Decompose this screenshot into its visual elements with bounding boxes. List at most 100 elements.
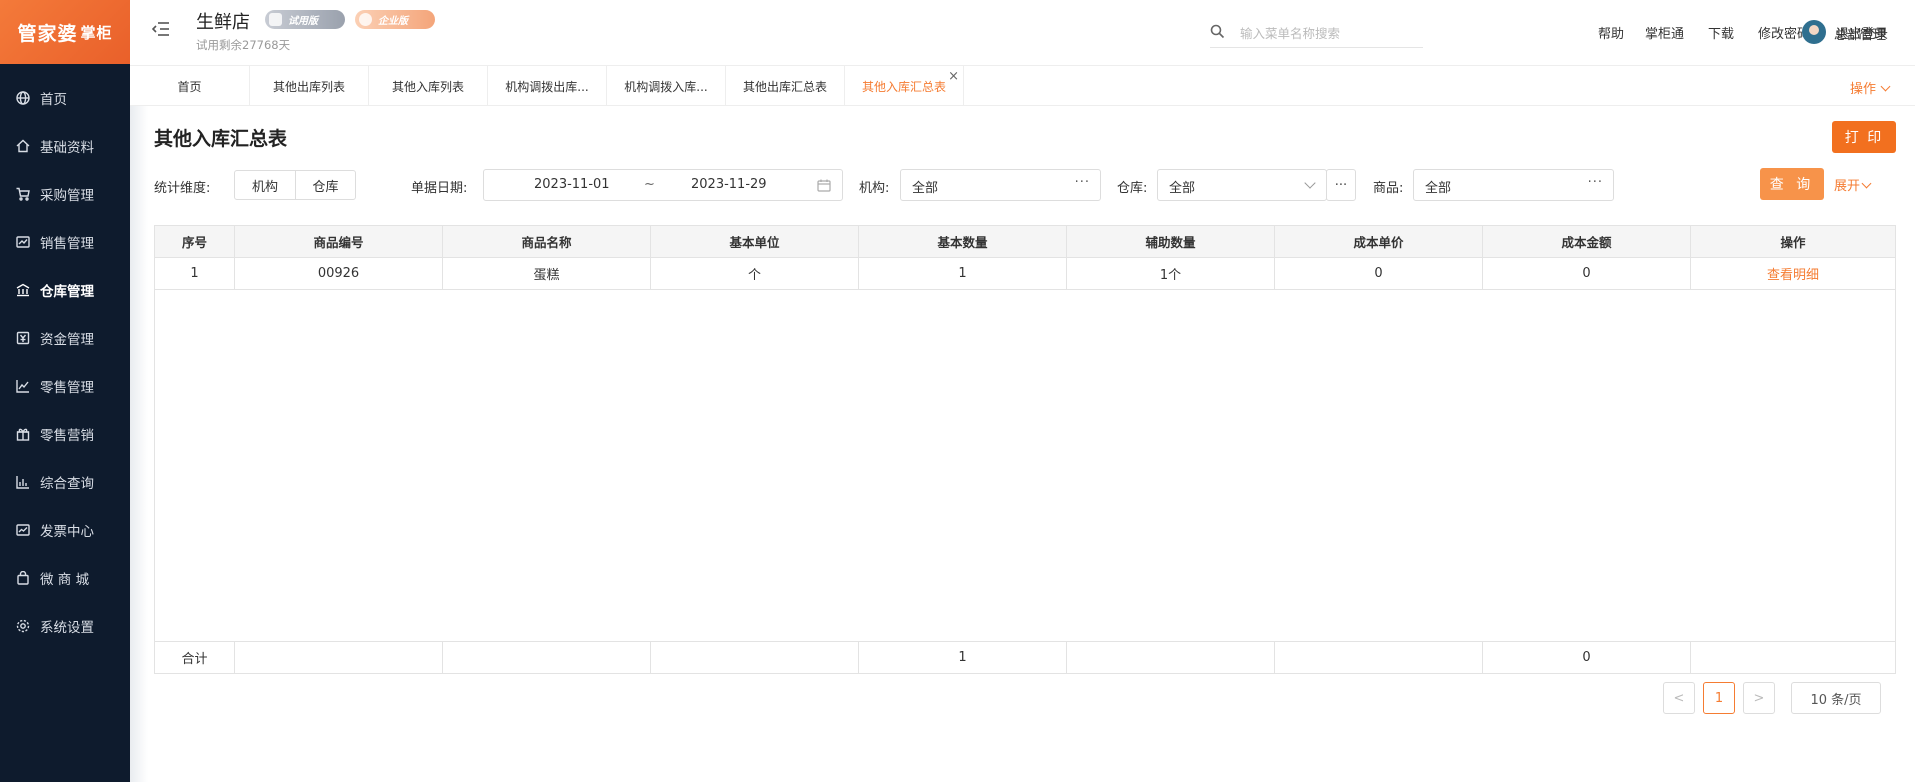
warehouse-value: 全部: [1169, 181, 1196, 196]
chevron-down-icon: [1861, 178, 1872, 189]
column-header: 商品名称: [443, 226, 651, 257]
tab-transfer-outbound[interactable]: 机构调拨出库...: [488, 66, 607, 106]
sidebar-item-9[interactable]: 发票中心: [0, 506, 130, 554]
chevron-down-icon: [1880, 81, 1891, 92]
sidebar-item-3[interactable]: 销售管理: [0, 218, 130, 266]
close-icon[interactable]: ×: [948, 69, 959, 84]
sidebar-item-label: 综合查询: [40, 476, 94, 492]
table-cell: 蛋糕: [443, 258, 651, 289]
column-header: 操作: [1780, 235, 1806, 250]
trial-version-badge: 试用版: [265, 10, 345, 29]
download-link[interactable]: 下载: [1708, 23, 1734, 42]
column-header: 序号: [155, 226, 235, 257]
tab-other-outbound-list[interactable]: 其他出库列表: [250, 66, 369, 106]
warehouse-select[interactable]: 全部: [1157, 169, 1327, 201]
chevron-down-icon: [1304, 177, 1316, 189]
sidebar-item-label: 仓库管理: [40, 284, 94, 300]
enterprise-version-badge[interactable]: 企业版: [355, 10, 435, 29]
sidebar-item-2[interactable]: 采购管理: [0, 170, 130, 218]
summary-table: 序号 商品编号 商品名称 基本单位 基本数量 辅助数量 成本单价 成本金额 操作…: [154, 225, 1896, 674]
sidebar-item-label: 基础资料: [40, 140, 94, 156]
monitor-icon: [269, 13, 282, 26]
column-header: 成本金额: [1483, 226, 1691, 257]
menu-toggle-icon[interactable]: [151, 20, 170, 38]
sidebar-menu: 首页基础资料采购管理销售管理仓库管理资金管理零售管理零售营销综合查询发票中心微 …: [0, 74, 130, 650]
query-button[interactable]: 查 询: [1760, 168, 1824, 200]
next-page-button[interactable]: >: [1743, 682, 1775, 714]
org-value: 全部: [912, 181, 939, 196]
sidebar-item-label: 资金管理: [40, 332, 94, 348]
fund-icon: [16, 331, 30, 345]
dimension-label: 统计维度:: [154, 181, 211, 196]
sidebar-item-label: 采购管理: [40, 188, 94, 204]
sidebar-item-label: 销售管理: [40, 236, 94, 252]
username[interactable]: 总部管理: [1834, 24, 1886, 43]
tab-label: 机构调拨出库...: [505, 79, 589, 94]
sidebar-item-6[interactable]: 零售管理: [0, 362, 130, 410]
sidebar-item-8[interactable]: 综合查询: [0, 458, 130, 506]
operations-label: 操作: [1849, 82, 1876, 97]
date-start[interactable]: 2023-11-01: [534, 177, 610, 192]
zhangguitong-link[interactable]: 掌柜通: [1645, 23, 1684, 42]
tab-home[interactable]: 首页: [130, 66, 250, 106]
sidebar-item-0[interactable]: 首页: [0, 74, 130, 122]
page-title: 其他入库汇总表: [154, 128, 288, 150]
column-header: 辅助数量: [1067, 226, 1275, 257]
more-icon[interactable]: ···: [1588, 175, 1603, 190]
sidebar: 管家婆 掌柜 首页 基础资料 采购管理 销售管理 仓库管理 资金管理 零售管理 零售营销 综合查询…: [0, 0, 130, 782]
trial-badge-label: 试用版: [288, 16, 318, 27]
sidebar-item-4[interactable]: 仓库管理: [0, 266, 130, 314]
org-select[interactable]: 全部 ···: [900, 169, 1101, 201]
tab-operations-dropdown[interactable]: 操作: [1849, 78, 1891, 97]
tab-other-inbound-summary[interactable]: 其他入库汇总表 ×: [845, 66, 964, 106]
view-detail-link[interactable]: 查看明细: [1767, 264, 1819, 283]
tab-other-inbound-list[interactable]: 其他入库列表: [369, 66, 488, 106]
date-end[interactable]: 2023-11-29: [691, 177, 767, 192]
table-footer-total: 合计 1 0: [155, 641, 1895, 673]
expand-filters-toggle[interactable]: 展开: [1834, 175, 1872, 194]
tab-other-outbound-summary[interactable]: 其他出库汇总表: [726, 66, 845, 106]
avatar[interactable]: [1802, 20, 1826, 44]
warehouse-label: 仓库:: [1117, 181, 1148, 196]
more-icon[interactable]: ···: [1075, 175, 1090, 190]
prev-page-button[interactable]: <: [1663, 682, 1695, 714]
page-number-current[interactable]: 1: [1703, 682, 1735, 714]
calendar-icon[interactable]: [817, 179, 831, 192]
table-cell: 查看明细: [1691, 258, 1895, 289]
sidebar-item-10[interactable]: 微 商 城: [0, 554, 130, 602]
table-row[interactable]: 1 00926 蛋糕 个 1 1个 0 0 查看明细: [155, 258, 1895, 290]
column-header: 基本单位: [651, 226, 859, 257]
invoice-icon: [16, 523, 30, 537]
warehouse-more-button[interactable]: ···: [1326, 169, 1356, 201]
sidebar-item-label: 系统设置: [40, 620, 94, 636]
sidebar-item-label: 零售管理: [40, 380, 94, 396]
logo-text: 管家婆: [17, 22, 78, 45]
sidebar-item-5[interactable]: 资金管理: [0, 314, 130, 362]
sidebar-item-11[interactable]: 系统设置: [0, 602, 130, 650]
product-select[interactable]: 全部 ···: [1413, 169, 1614, 201]
dimension-org-button[interactable]: 机构: [235, 171, 295, 199]
sales-icon: [16, 235, 30, 249]
star-icon: [359, 13, 372, 26]
top-header: 生鲜店 试用剩余27768天 试用版 企业版 帮助 掌柜通 下载 修改密码 退出…: [130, 0, 1915, 66]
sidebar-item-7[interactable]: 零售营销: [0, 410, 130, 458]
globe-icon: [16, 91, 30, 105]
footer-cell: [443, 642, 651, 673]
tab-transfer-inbound[interactable]: 机构调拨入库...: [607, 66, 726, 106]
tab-bar: 首页 其他出库列表 其他入库列表 机构调拨出库... 机构调拨入库... 其他出…: [130, 66, 1915, 106]
sidebar-item-label: 零售营销: [40, 428, 94, 444]
bar-chart-icon: [16, 475, 30, 489]
enterprise-badge-label: 企业版: [378, 16, 408, 27]
table-cell: 1个: [1067, 258, 1275, 289]
print-button[interactable]: 打 印: [1832, 121, 1896, 153]
tab-label: 其他出库汇总表: [742, 79, 827, 94]
sidebar-item-1[interactable]: 基础资料: [0, 122, 130, 170]
menu-search-input[interactable]: [1240, 22, 1420, 44]
help-link[interactable]: 帮助: [1598, 23, 1624, 42]
dimension-warehouse-button[interactable]: 仓库: [295, 171, 355, 199]
product-value: 全部: [1425, 181, 1452, 196]
footer-cell: 合计: [155, 642, 235, 673]
footer-cell: [235, 642, 443, 673]
date-range-picker[interactable]: 2023-11-01 ~ 2023-11-29: [483, 169, 843, 201]
page-size-select[interactable]: 10 条/页: [1791, 682, 1881, 714]
